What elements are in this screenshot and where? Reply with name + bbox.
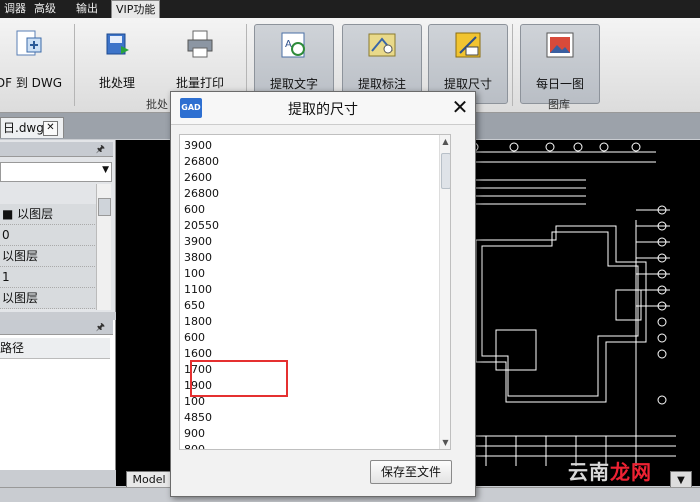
layer-row[interactable]: ■ 以图层: [0, 204, 97, 225]
scroll-down-icon[interactable]: ▼: [440, 438, 450, 447]
watermark-highlight: 龙网: [610, 460, 652, 484]
ribbon-separator: [74, 24, 75, 106]
pdf-to-dwg-button[interactable]: DF 到 DWG: [0, 24, 64, 102]
list-item[interactable]: 1800: [184, 314, 219, 330]
tab-tools[interactable]: 调器: [0, 0, 30, 18]
document-tab-label: 日.dwg: [3, 121, 44, 135]
batch-process-icon: [106, 33, 129, 55]
dimension-list-items: 3900 26800 2600 26800 600 20550 3900 3800 100 110…: [184, 138, 219, 449]
list-item[interactable]: 3900: [184, 138, 219, 154]
tab-output[interactable]: 输出: [72, 0, 102, 18]
tab-vip[interactable]: VIP功能: [111, 0, 161, 18]
layer-row[interactable]: 0: [0, 225, 97, 246]
list-item[interactable]: 20550: [184, 218, 219, 234]
daily-image-icon: [546, 32, 574, 58]
batch-process-label: 批处理: [98, 76, 135, 90]
scroll-up-icon[interactable]: ▲: [440, 137, 450, 146]
scroll-thumb[interactable]: [441, 153, 450, 189]
daily-image-button[interactable]: 每日一图: [520, 24, 600, 104]
list-item[interactable]: 26800: [184, 186, 219, 202]
group-label-batch: 批处: [146, 98, 168, 111]
svg-text:A: A: [285, 39, 292, 50]
list-item[interactable]: 26800: [184, 154, 219, 170]
list-item[interactable]: 3800: [184, 250, 219, 266]
extract-annotation-label: 提取标注: [357, 77, 406, 91]
pin-icon[interactable]: 🖈: [96, 142, 105, 159]
printer-icon: [187, 30, 213, 58]
close-icon[interactable]: ✕: [43, 121, 58, 136]
layer-panel: 🖈 ▼ ■ 以图层 0 以图层 1 以图层: [0, 140, 116, 312]
layer-row[interactable]: 以图层: [0, 246, 97, 267]
list-item[interactable]: 3900: [184, 234, 219, 250]
batch-print-label: 批量打印: [175, 76, 224, 90]
pdf-to-dwg-label: DF 到 DWG: [0, 76, 63, 90]
list-item[interactable]: 2600: [184, 170, 219, 186]
layer-scrollbar[interactable]: [96, 184, 111, 310]
list-item[interactable]: 100: [184, 266, 219, 282]
path-panel-header: 🖈: [0, 320, 113, 335]
list-item[interactable]: 600: [184, 330, 219, 346]
list-item[interactable]: 1100: [184, 282, 219, 298]
watermark-prefix: 云南: [568, 460, 610, 484]
list-item[interactable]: 4850: [184, 410, 219, 426]
close-icon[interactable]: ✕: [450, 97, 470, 118]
extract-text-icon: A: [281, 32, 305, 58]
chevron-down-icon: ▼: [102, 165, 109, 175]
layer-row[interactable]: 以图层: [0, 288, 97, 309]
batch-process-button[interactable]: 批处理: [88, 24, 146, 102]
path-panel: 🖈 路径: [0, 320, 116, 470]
ribbon-separator: [512, 24, 513, 106]
path-column-header: 路径: [0, 338, 110, 359]
list-item[interactable]: 650: [184, 298, 219, 314]
group-label-gallery: 图库: [548, 98, 570, 111]
pdf-to-dwg-icon: [16, 30, 42, 56]
save-to-file-button[interactable]: 保存至文件: [370, 460, 452, 484]
list-item[interactable]: 900: [184, 426, 219, 442]
extract-dimension-label: 提取尺寸: [443, 77, 492, 91]
dialog-title: 提取的尺寸: [288, 102, 358, 118]
list-item[interactable]: 800: [184, 442, 219, 449]
layer-row[interactable]: 1: [0, 267, 97, 288]
red-highlight-box: [190, 360, 288, 397]
menu-tab-strip: 调器 高级 输出 VIP功能: [0, 0, 700, 18]
tab-advanced[interactable]: 高级: [30, 0, 60, 18]
list-item[interactable]: 600: [184, 202, 219, 218]
dimension-list[interactable]: 3900 26800 2600 26800 600 20550 3900 3800 100 110…: [179, 134, 451, 450]
extract-dimension-icon: [455, 32, 481, 58]
layer-combo[interactable]: ▼: [0, 162, 112, 182]
list-scrollbar[interactable]: ▲ ▼: [439, 135, 450, 449]
layer-panel-header: 🖈: [0, 142, 113, 157]
daily-image-label: 每日一图: [535, 77, 584, 91]
document-tab[interactable]: 日.dwg ✕: [0, 117, 64, 138]
scroll-thumb[interactable]: [98, 198, 111, 216]
extracted-dimensions-dialog: GAD 提取的尺寸 ✕ 3900 26800 2600 26800 600 20550 39…: [170, 91, 476, 497]
extract-annotation-icon: [368, 33, 396, 57]
extract-text-label: 提取文字: [269, 77, 318, 91]
dialog-title-bar[interactable]: GAD 提取的尺寸 ✕: [171, 92, 475, 125]
watermark: 云南龙网: [568, 456, 652, 485]
pin-icon[interactable]: 🖈: [96, 320, 105, 337]
